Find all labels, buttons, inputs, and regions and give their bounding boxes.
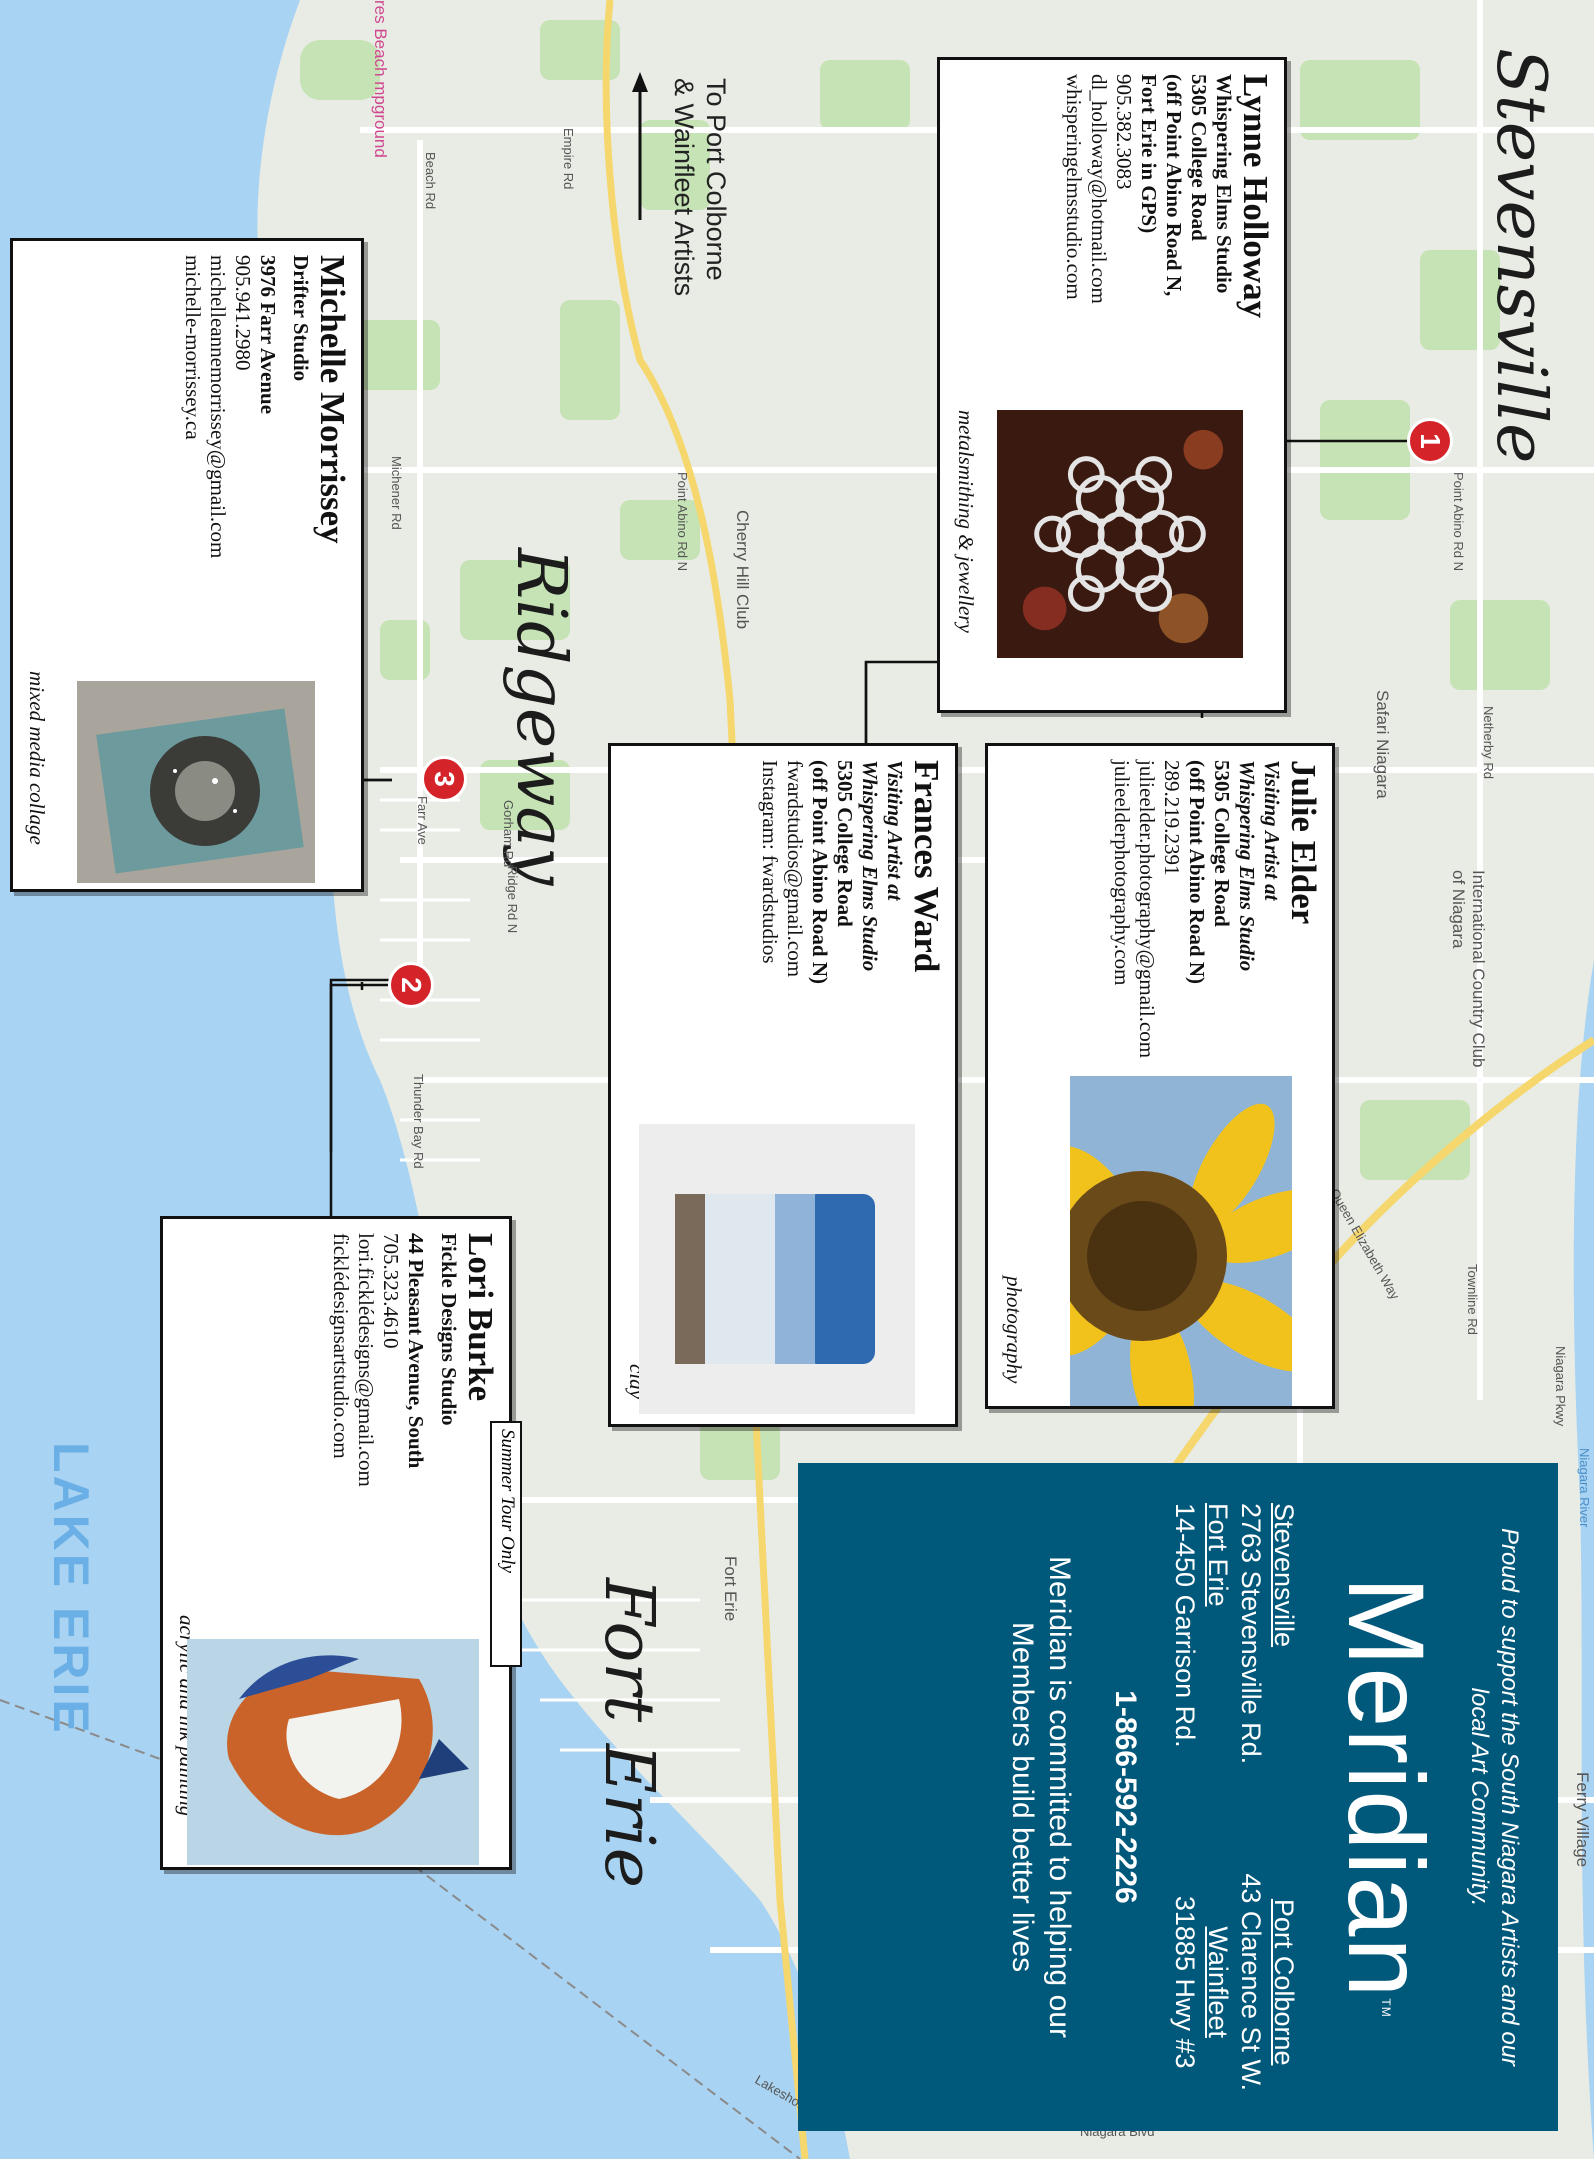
direction-line-1: To Port Colborne bbox=[701, 78, 731, 281]
artist-card-michelle-morrissey[interactable]: Michelle Morrissey Drifter Studio 3976 F… bbox=[10, 238, 364, 892]
farr-ave-label: Farr Ave bbox=[415, 796, 430, 845]
location-pin-2[interactable]: 2 bbox=[388, 962, 434, 1008]
trademark-mark: TM bbox=[1379, 1998, 1393, 2018]
meridian-logo-text: Meridian bbox=[1326, 1576, 1447, 1999]
card-content: Lori Burke Fickle Designs Studio 44 Plea… bbox=[157, 1219, 509, 1873]
point-abino-label: Point Abino Rd N bbox=[675, 472, 690, 572]
town-label-stevensville: Stevensville bbox=[1481, 48, 1560, 464]
artwork-photo-nest-collage bbox=[77, 681, 315, 883]
netherby-rd-label: Netherby Rd bbox=[1481, 706, 1496, 779]
card-content: Frances Ward Visiting Artist at Whisperi… bbox=[605, 746, 955, 1430]
summer-tour-tag: Summer Tour Only bbox=[490, 1421, 522, 1667]
branch-town-wainfleet: Wainfleet bbox=[1203, 1926, 1233, 2038]
safari-niagara-label: Safari Niagara bbox=[1373, 690, 1392, 799]
pin-number: 3 bbox=[428, 771, 460, 787]
branch-column-left: Stevensville 2763 Stevensville Rd. Fort … bbox=[1168, 1503, 1300, 1764]
sponsor-phone: 1-866-592-2226 bbox=[1109, 1690, 1142, 1904]
branch-town-port-colborne: Port Colborne bbox=[1269, 1898, 1299, 2066]
pin-number: 2 bbox=[395, 977, 427, 993]
artist-card-frances-ward[interactable]: Frances Ward Visiting Artist at Whisperi… bbox=[608, 743, 958, 1427]
meridian-logo: MeridianTM bbox=[1326, 1503, 1447, 2091]
lake-erie-label: LAKE ERIE bbox=[43, 1442, 99, 1736]
branch-column-right: Port Colborne 43 Clarence St W. Wainflee… bbox=[1168, 1873, 1300, 2091]
artist-medium: metalsmithing & jewellery bbox=[954, 410, 978, 633]
card-content: Michelle Morrissey Drifter Studio 3976 F… bbox=[7, 241, 361, 895]
branch-address-port-colborne: 43 Clarence St W. bbox=[1236, 1873, 1266, 2091]
summer-tour-text: Summer Tour Only bbox=[497, 1429, 518, 1573]
branch-town-fort-erie: Fort Erie bbox=[1203, 1503, 1233, 1607]
location-pin-1[interactable]: 1 bbox=[1407, 418, 1453, 464]
meridian-sponsor-panel: Proud to support the South Niagara Artis… bbox=[798, 1463, 1558, 2131]
townline-rd-label: Townline Rd bbox=[1465, 1264, 1480, 1335]
niagara-pkwy-label: Niagara Pkwy bbox=[1553, 1346, 1568, 1427]
artwork-photo-chainmaille bbox=[996, 410, 1244, 658]
gorham-rd-label: Gorham Rd bbox=[501, 800, 516, 868]
card-content: Lynne Holloway Whispering Elms Studio 53… bbox=[934, 60, 1284, 716]
artwork-photo-fox-painting bbox=[187, 1639, 479, 1865]
beach-campground-label: res Beach mpground bbox=[371, 0, 390, 158]
sponsor-commitment: Meridian is committed to helping our Mem… bbox=[1006, 1556, 1076, 2038]
ridge-rd-label: Ridge Rd N bbox=[505, 866, 520, 934]
town-label-fort-erie: Fort Erie bbox=[589, 1578, 668, 1888]
niagara-river-label: Niagara River bbox=[1577, 1448, 1592, 1528]
branch-town-stevensville: Stevensville bbox=[1269, 1503, 1299, 1648]
artist-card-lori-burke[interactable]: Lori Burke Fickle Designs Studio 44 Plea… bbox=[160, 1216, 512, 1870]
country-club-label: International Country Club of Niagara bbox=[1449, 870, 1488, 1068]
branch-address-wainfleet: 31885 Hwy #3 bbox=[1170, 1895, 1200, 2069]
sponsor-content: Proud to support the South Niagara Artis… bbox=[798, 1463, 1558, 2131]
pin-number: 1 bbox=[1414, 433, 1446, 449]
sponsor-tagline: Proud to support the South Niagara Artis… bbox=[1466, 1527, 1523, 2067]
artwork-photo-clay-vessel bbox=[639, 1124, 915, 1414]
branch-list: Stevensville 2763 Stevensville Rd. Fort … bbox=[1168, 1503, 1300, 2091]
cherry-hill-label: Cherry Hill Club bbox=[733, 510, 752, 630]
artwork-photo-sunflower bbox=[1070, 1076, 1292, 1406]
fort-erie-small-label: Fort Erie bbox=[721, 1556, 740, 1622]
empire-rd-label: Empire Rd bbox=[561, 128, 576, 190]
ferry-village-label: Ferry Village bbox=[1573, 1772, 1592, 1868]
direction-text: To Port Colborne & Wainfleet Artists bbox=[668, 78, 732, 296]
branch-address-stevensville: 2763 Stevensville Rd. bbox=[1236, 1503, 1266, 1765]
thunder-bay-rd-label: Thunder Bay Rd bbox=[411, 1074, 426, 1169]
artist-card-lynne-holloway[interactable]: Lynne Holloway Whispering Elms Studio 53… bbox=[937, 57, 1287, 713]
artist-name: Michelle Morrissey bbox=[313, 255, 352, 544]
direction-line-2: & Wainfleet Artists bbox=[669, 78, 699, 297]
artist-medium: photography bbox=[1002, 1276, 1026, 1384]
location-pin-3[interactable]: 3 bbox=[421, 756, 467, 802]
point-abino-label-2: Point Abino Rd N bbox=[1451, 472, 1466, 572]
michener-rd-label: Michener Rd bbox=[389, 456, 404, 530]
beach-rd-label: Beach Rd bbox=[423, 152, 438, 210]
artist-medium: mixed media collage bbox=[25, 671, 49, 845]
branch-address-fort-erie: 14-450 Garrison Rd. bbox=[1170, 1503, 1200, 1748]
artist-card-julie-elder[interactable]: Julie Elder Visiting Artist at Whisperin… bbox=[985, 743, 1335, 1409]
card-content: Julie Elder Visiting Artist at Whisperin… bbox=[982, 746, 1332, 1412]
